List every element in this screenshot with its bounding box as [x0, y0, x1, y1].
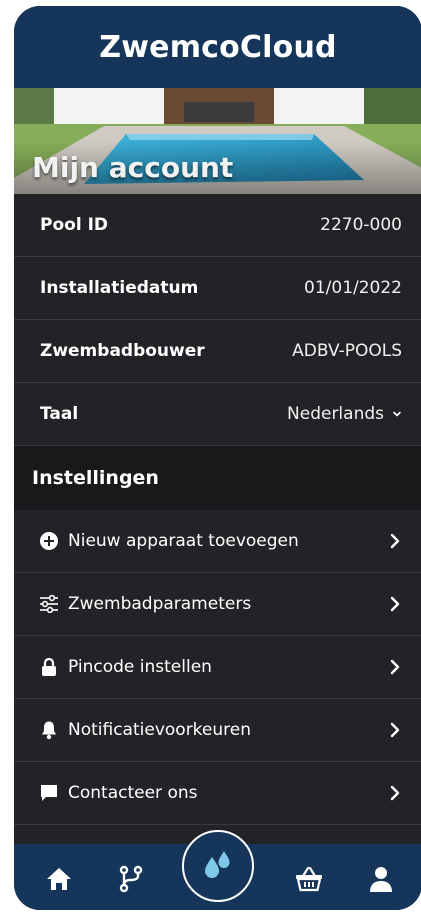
add-device-item[interactable]: Nieuw apparaat toevoegen	[14, 510, 421, 573]
language-select[interactable]: Nederlands	[287, 404, 402, 424]
installation-date-row: Installatiedatum 01/01/2022	[14, 257, 421, 320]
chevron-right-icon	[390, 596, 400, 612]
branch-icon[interactable]	[114, 862, 148, 896]
app-screen: ZwemcoCloud Mijn account Pool ID 2270-00…	[14, 6, 421, 910]
app-header: ZwemcoCloud	[14, 6, 421, 88]
installation-date-label: Installatiedatum	[40, 278, 199, 298]
home-icon[interactable]	[42, 862, 76, 896]
language-row: Taal Nederlands	[14, 383, 421, 446]
notification-preferences-label: Notificatievoorkeuren	[68, 720, 251, 740]
pool-builder-row: Zwembadbouwer ADBV-POOLS	[14, 320, 421, 383]
contact-us-label: Contacteer ons	[68, 783, 198, 803]
water-drops-icon[interactable]	[182, 830, 254, 902]
bell-icon	[38, 719, 60, 741]
hero-banner: Mijn account	[14, 88, 421, 194]
pool-parameters-label: Zwembadparameters	[68, 594, 252, 614]
app-title: ZwemcoCloud	[99, 29, 337, 65]
chevron-right-icon	[390, 785, 400, 801]
installation-date-value: 01/01/2022	[304, 278, 402, 298]
notification-preferences-item[interactable]: Notificatievoorkeuren	[14, 699, 421, 762]
pool-id-label: Pool ID	[40, 215, 108, 235]
add-device-label: Nieuw apparaat toevoegen	[68, 531, 299, 551]
pool-id-row: Pool ID 2270-000	[14, 194, 421, 257]
basket-icon[interactable]	[292, 862, 326, 896]
contact-us-item[interactable]: Contacteer ons	[14, 762, 421, 825]
plus-circle-icon	[38, 530, 60, 552]
set-pincode-item[interactable]: Pincode instellen	[14, 636, 421, 699]
user-icon[interactable]	[364, 862, 398, 896]
chevron-down-icon	[393, 411, 401, 417]
chevron-right-icon	[390, 722, 400, 738]
sliders-icon	[38, 593, 60, 615]
bottom-navigation	[14, 830, 421, 910]
set-pincode-label: Pincode instellen	[68, 657, 212, 677]
pool-id-value: 2270-000	[320, 215, 402, 235]
chevron-right-icon	[390, 659, 400, 675]
pool-builder-label: Zwembadbouwer	[40, 341, 205, 361]
settings-section-title: Instellingen	[14, 446, 421, 510]
pool-builder-value: ADBV-POOLS	[292, 341, 402, 361]
pool-parameters-item[interactable]: Zwembadparameters	[14, 573, 421, 636]
chat-icon	[38, 782, 60, 804]
chevron-right-icon	[390, 533, 400, 549]
lock-icon	[38, 656, 60, 678]
language-value: Nederlands	[287, 404, 384, 424]
page-title: Mijn account	[32, 151, 234, 184]
language-label: Taal	[40, 404, 79, 424]
